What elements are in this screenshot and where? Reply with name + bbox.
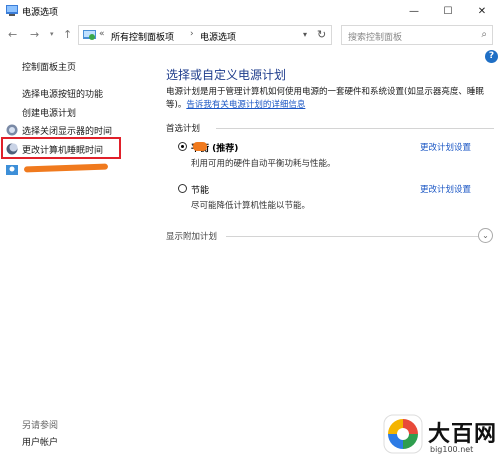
sidebar-item-power-buttons[interactable]: 选择电源按钮的功能 [22,87,103,100]
refresh-icon[interactable]: ↻ [317,28,326,41]
sidebar-item-user-accounts[interactable]: 用户帐户 [22,435,58,448]
up-arrow-icon[interactable]: ↑ [63,28,72,41]
navigation-bar: ← → ▾ ↑ « 所有控制面板项 › 电源选项 ▾ ↻ 搜索控制面板 ⌕ [0,22,500,48]
display-shield-icon [6,124,18,136]
back-arrow-icon[interactable]: ← [8,28,17,41]
sidebar-item-display-off[interactable]: 选择关闭显示器的时间 [22,124,112,137]
sidebar-item-create-plan[interactable]: 创建电源计划 [22,106,76,119]
user-icon [6,165,18,175]
search-input[interactable]: 搜索控制面板 ⌕ [341,25,493,45]
address-dropdown-icon[interactable]: ▾ [303,30,307,39]
balanced-change-settings-link[interactable]: 更改计划设置 [420,141,471,153]
power-options-icon [6,5,18,16]
page-description: 电源计划是用于管理计算机如何使用电源的一套硬件和系统设置(如显示器亮度、睡眠等)… [166,86,484,112]
page-title: 选择或自定义电源计划 [166,68,287,82]
search-placeholder: 搜索控制面板 [348,33,403,43]
expand-chevron-icon[interactable]: ⌄ [478,228,493,243]
watermark-logo-icon [383,414,423,454]
breadcrumb-overflow[interactable]: « [99,29,105,39]
power-saver-plan-name: 节能 [191,186,210,196]
section-divider [226,236,478,237]
forward-arrow-icon[interactable]: → [30,28,39,41]
maximize-button[interactable]: ☐ [431,0,465,22]
balanced-radio[interactable] [178,142,187,151]
preferred-plans-label: 首选计划 [166,124,201,134]
see-also-label: 另请参阅 [22,421,59,431]
power-saver-change-settings-link[interactable]: 更改计划设置 [420,183,471,195]
power-saver-radio[interactable] [178,184,187,193]
section-divider [216,128,494,129]
sidebar: 控制面板主页 选择电源按钮的功能 创建电源计划 选择关闭显示器的时间 更改计算机… [0,48,158,461]
control-panel-icon [83,30,96,40]
address-bar[interactable]: « 所有控制面板项 › 电源选项 ▾ ↻ [78,25,332,45]
learn-more-link[interactable]: 告诉我有关电源计划的详细信息 [186,100,305,110]
balanced-plan-description: 利用可用的硬件自动平衡功耗与性能。 [191,159,336,169]
redaction-blot [193,142,207,151]
minimize-button[interactable]: — [397,0,431,22]
recent-locations-icon[interactable]: ▾ [50,30,54,38]
breadcrumb-power-options[interactable]: 电源选项 [200,30,236,43]
main-content: 选择或自定义电源计划 电源计划是用于管理计算机如何使用电源的一套硬件和系统设置(… [158,48,500,461]
watermark-text: 大百网 [428,422,498,447]
breadcrumb-separator[interactable]: › [190,29,194,39]
sidebar-item-home[interactable]: 控制面板主页 [22,60,76,73]
close-button[interactable]: ✕ [465,0,499,22]
search-icon[interactable]: ⌕ [481,29,487,40]
watermark-url: big100.net [430,445,474,454]
power-saver-plan-description: 尽可能降低计算机性能以节能。 [191,201,311,211]
highlight-box [1,137,121,159]
breadcrumb-all-items[interactable]: 所有控制面板项 [111,30,174,43]
redaction-scribble [23,163,109,173]
window-title: 电源选项 [22,8,59,18]
title-bar: 电源选项 — ☐ ✕ [0,0,500,22]
show-additional-plans-label[interactable]: 显示附加计划 [166,230,217,242]
